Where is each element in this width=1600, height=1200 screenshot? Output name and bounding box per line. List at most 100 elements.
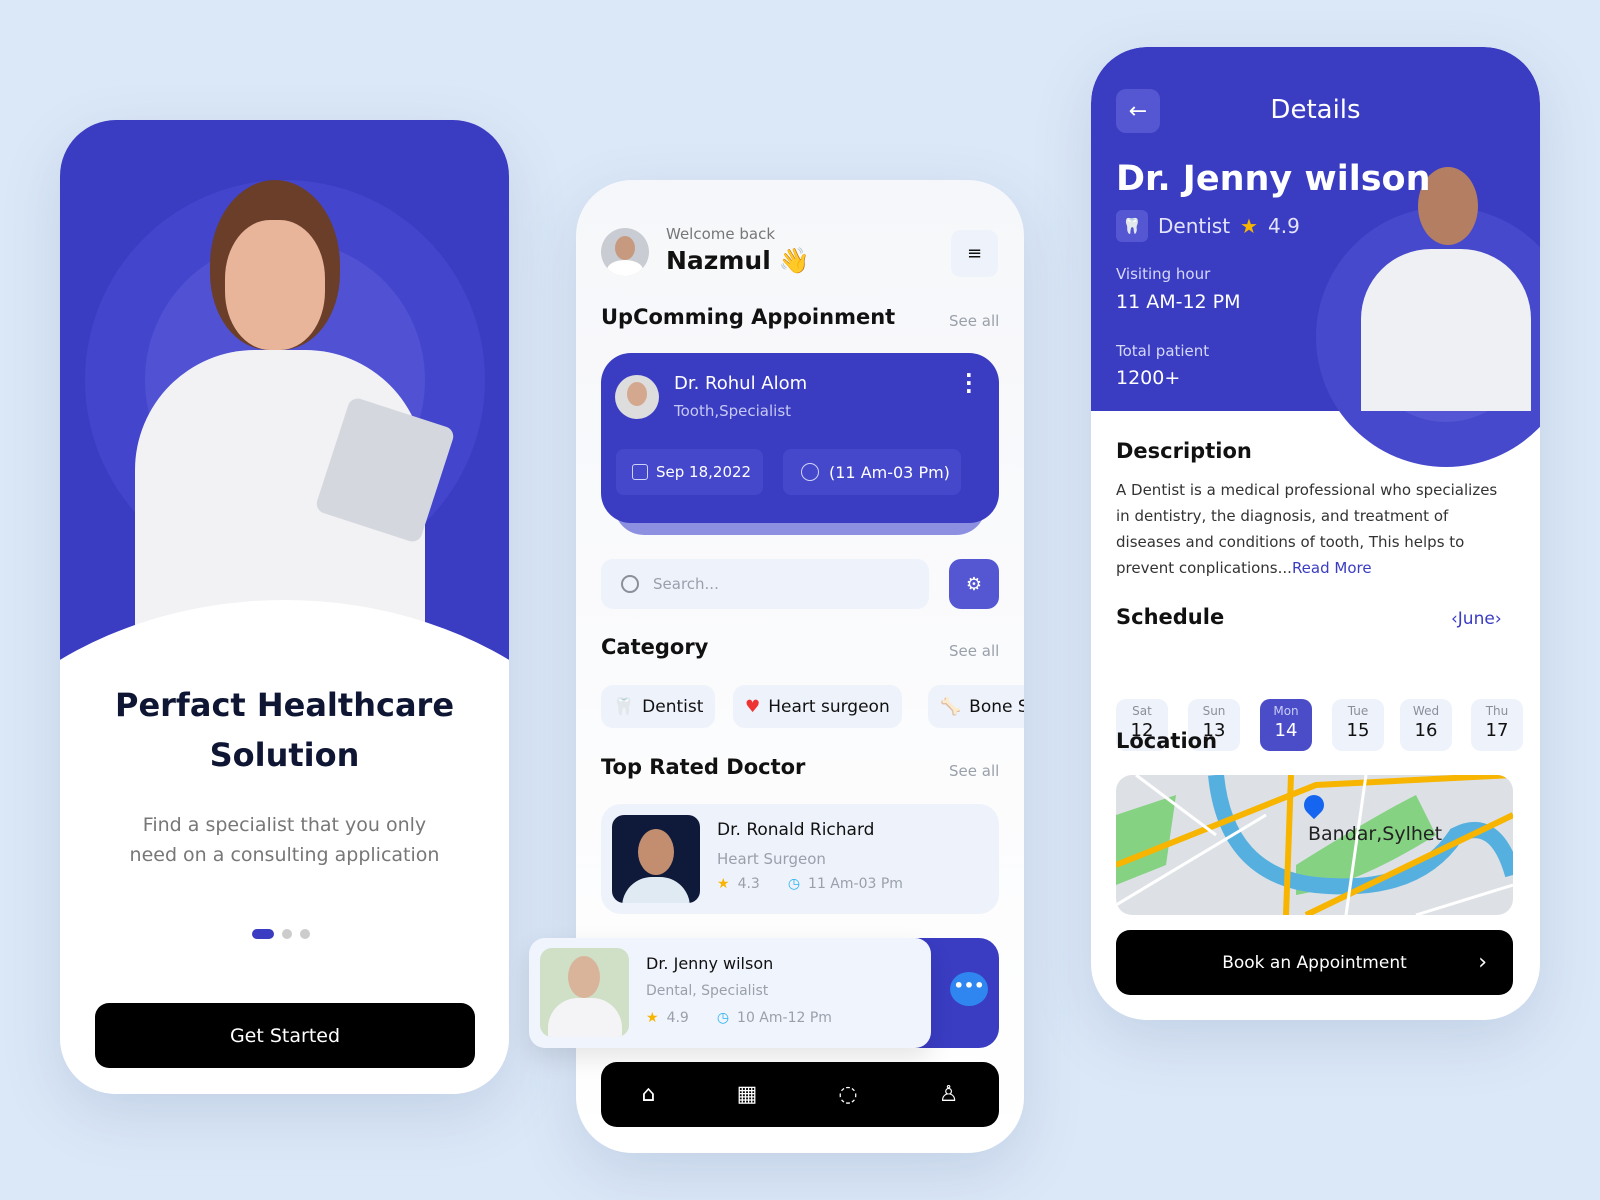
filter-button[interactable]: ⚙ [949, 559, 999, 609]
calendar-icon [632, 464, 648, 480]
specialty: Dentist [1158, 214, 1231, 238]
search-input[interactable]: Search... [601, 559, 929, 609]
hours: 10 Am-12 Pm [737, 1010, 832, 1026]
page-dot-active[interactable] [252, 929, 274, 939]
description-text: A Dentist is a medical professional who … [1116, 477, 1511, 581]
subtitle-line: Find a specialist that you only [142, 814, 427, 836]
doctor-name: Dr. Ronald Richard [717, 820, 875, 840]
hero-background [60, 120, 509, 680]
see-all-link[interactable]: See all [949, 642, 999, 660]
star-icon: ★ [1240, 214, 1258, 238]
visiting-value: 11 AM-12 PM [1116, 291, 1241, 313]
category-label: Bone S [969, 696, 1024, 717]
category-heart-surgeon[interactable]: ♥ Heart surgeon [733, 685, 902, 728]
rating: 4.9 [666, 1010, 689, 1026]
filter-icon: ⚙ [965, 573, 983, 595]
menu-button[interactable]: ≡ [951, 230, 998, 277]
title-line: Solution [209, 736, 360, 774]
section-title: UpComming Appoinment [601, 305, 896, 329]
page-dot[interactable] [300, 929, 310, 939]
user-avatar[interactable] [601, 228, 649, 276]
visiting-label: Visiting hour [1116, 265, 1211, 283]
patient-value: 1200+ [1116, 367, 1181, 389]
doctor-card[interactable]: Dr. Jenny wilson Dental, Specialist ★ 4.9… [529, 938, 931, 1048]
appointment-time: (11 Am-03 Pm) [783, 449, 961, 495]
subtitle-line: need on a consulting application [129, 844, 440, 866]
onboarding-title: Perfact Healthcare Solution [60, 680, 509, 780]
details-header: ← Details Dr. Jenny wilson 🦷 Dentist ★ 4… [1091, 47, 1540, 467]
tooth-icon: 🦷 [1116, 210, 1148, 242]
profile-icon[interactable]: ♙ [939, 1082, 959, 1107]
day-thu[interactable]: Thu 17 [1471, 699, 1523, 751]
clock-icon: ◷ [716, 1010, 730, 1026]
see-all-link[interactable]: See all [949, 312, 999, 330]
section-title: Description [1116, 439, 1252, 463]
rating: 4.9 [1267, 214, 1300, 238]
details-screen: ← Details Dr. Jenny wilson 🦷 Dentist ★ 4… [1091, 47, 1540, 1020]
read-more-link[interactable]: Read More [1292, 559, 1372, 577]
hours: 11 Am-03 Pm [808, 876, 903, 892]
section-title: Location [1116, 729, 1218, 753]
doctor-avatar [615, 375, 659, 419]
wave-icon: 👋 [778, 246, 810, 275]
onboarding-subtitle: Find a specialist that you only need on … [60, 810, 509, 870]
doctor-meta: ★ 4.9 ◷ 10 Am-12 Pm [646, 1010, 832, 1026]
doctor-illustration [1356, 167, 1536, 411]
menu-icon: ≡ [966, 243, 983, 264]
search-icon [621, 575, 639, 593]
tooth-icon: 🦷 [613, 696, 635, 717]
section-title: Top Rated Doctor [601, 755, 806, 779]
bone-icon: 🦴 [940, 696, 962, 717]
day-mon-selected[interactable]: Mon 14 [1260, 699, 1312, 751]
home-icon[interactable]: ⌂ [642, 1082, 656, 1107]
page-dot[interactable] [282, 929, 292, 939]
screen-title: Details [1270, 95, 1361, 125]
patient-label: Total patient [1116, 342, 1210, 360]
doctor-specialty: Tooth,Specialist [674, 402, 792, 420]
section-title: Schedule [1116, 605, 1225, 629]
location-map[interactable]: Bandar,Sylhet [1116, 775, 1513, 915]
category-bone[interactable]: 🦴 Bone S [928, 685, 1024, 728]
appointment-card[interactable]: Dr. Rohul Alom Tooth,Specialist · · · Sep … [601, 353, 999, 523]
see-all-link[interactable]: See all [949, 762, 999, 780]
book-label: Book an Appointment [1222, 952, 1407, 973]
doctor-name: Dr. Jenny wilson [1116, 159, 1431, 199]
time-text: (11 Am-03 Pm) [829, 462, 950, 482]
doctor-meta: ★ 4.3 ◷ 11 Am-03 Pm [717, 876, 903, 892]
welcome-text: Welcome back [666, 225, 776, 243]
chat-bubble-icon: ••• [950, 972, 988, 1006]
book-appointment-button[interactable]: Book an Appointment › [1116, 930, 1513, 995]
category-label: Dentist [642, 696, 704, 717]
doctor-photo [612, 815, 700, 903]
month-selector[interactable]: ‹June› [1451, 609, 1502, 629]
date-text: Sep 18,2022 [656, 463, 752, 481]
category-label: Heart surgeon [768, 696, 890, 717]
page-indicator [252, 929, 310, 939]
clock-icon: ◷ [787, 876, 801, 892]
get-started-button[interactable]: Get Started [95, 1003, 475, 1068]
location-label: Bandar,Sylhet [1308, 823, 1443, 845]
chat-icon[interactable]: ◌ [838, 1082, 857, 1107]
user-name-text: Nazmul [666, 246, 771, 275]
doctor-specialty: Dental, Specialist [646, 983, 769, 999]
section-title: Category [601, 635, 709, 659]
title-line: Perfact Healthcare [114, 686, 455, 724]
doctor-photo [540, 948, 629, 1037]
more-options-icon[interactable]: · · · [965, 365, 973, 401]
appointment-date: Sep 18,2022 [616, 449, 763, 495]
user-name: Nazmul 👋 [666, 246, 810, 276]
calendar-icon[interactable]: ▦ [737, 1082, 758, 1107]
doctor-name: Dr. Jenny wilson [646, 954, 774, 973]
onboarding-screen: Perfact Healthcare Solution Find a speci… [60, 120, 509, 1094]
doctor-specialty: Heart Surgeon [717, 850, 826, 868]
heart-icon: ♥ [745, 696, 761, 717]
category-dentist[interactable]: 🦷 Dentist [601, 685, 716, 728]
doctor-card[interactable]: Dr. Ronald Richard Heart Surgeon ★ 4.3 ◷ 11… [601, 804, 999, 914]
day-tue[interactable]: Tue 15 [1332, 699, 1384, 751]
doctor-name: Dr. Rohul Alom [674, 373, 808, 394]
doctor-specialty-rating: 🦷 Dentist ★ 4.9 [1116, 210, 1300, 242]
search-placeholder: Search... [653, 575, 719, 593]
star-icon: ★ [717, 876, 730, 892]
day-wed[interactable]: Wed 16 [1400, 699, 1452, 751]
chevron-right-icon: › [1478, 950, 1487, 975]
